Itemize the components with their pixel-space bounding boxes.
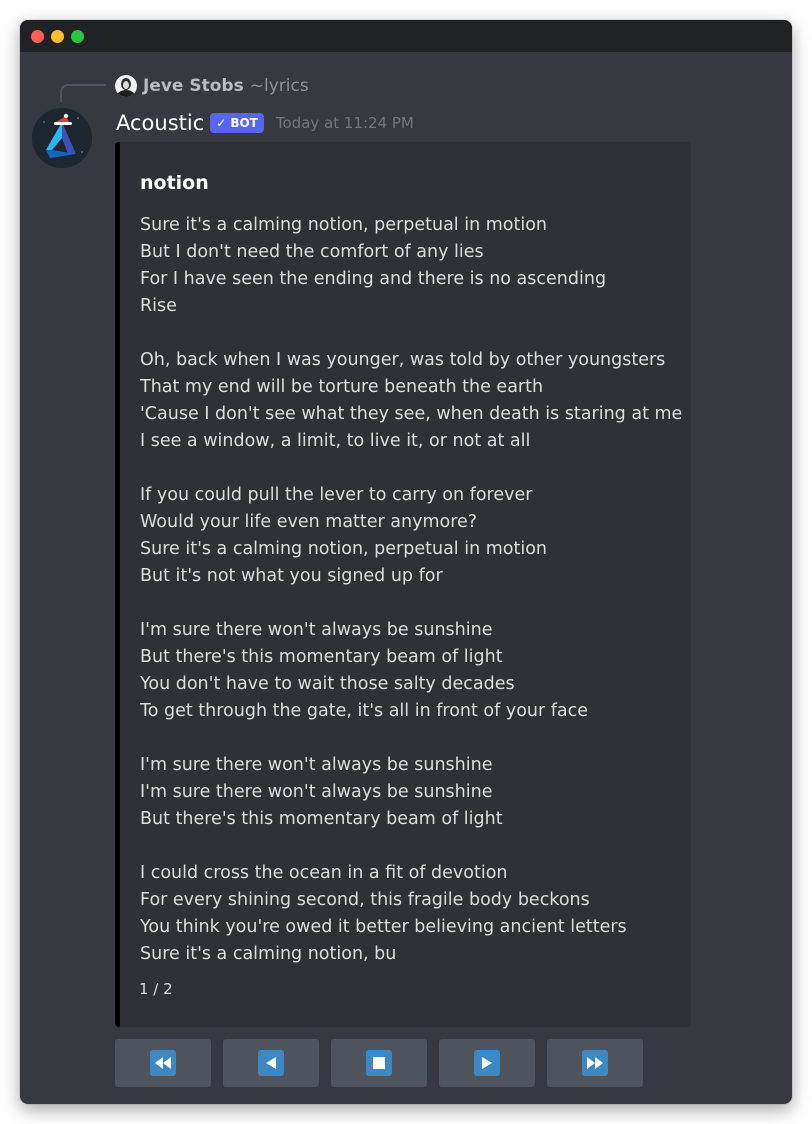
- app-window: Jeve Stobs ~lyrics Acoustic ✓ BOT Today …: [20, 20, 792, 1104]
- fast-reverse-icon: [150, 1050, 176, 1076]
- bot-tag-label: BOT: [230, 116, 258, 130]
- next-page-button[interactable]: [439, 1039, 535, 1087]
- lyrics-embed: notion Sure it's a calming notion, perpe…: [115, 142, 691, 1027]
- stop-button[interactable]: [331, 1039, 427, 1087]
- reply-connector-line: [60, 84, 106, 102]
- reply-command-text: ~lyrics: [249, 76, 309, 96]
- bot-username[interactable]: Acoustic: [116, 111, 204, 135]
- reply-reference[interactable]: Jeve Stobs ~lyrics: [115, 74, 309, 98]
- bot-tag-badge: ✓ BOT: [210, 113, 264, 133]
- last-page-button[interactable]: [547, 1039, 643, 1087]
- user-avatar-icon[interactable]: [115, 75, 137, 97]
- first-page-button[interactable]: [115, 1039, 211, 1087]
- message-header: Acoustic ✓ BOT Today at 11:24 PM: [116, 108, 414, 138]
- embed-lyrics-text: Sure it's a calming notion, perpetual in…: [140, 215, 683, 964]
- maximize-window-button[interactable]: [71, 30, 84, 43]
- acoustic-bot-avatar-icon[interactable]: [32, 108, 92, 168]
- title-bar: [20, 20, 792, 52]
- pagination-controls: [115, 1039, 643, 1087]
- embed-title: notion: [140, 172, 209, 194]
- verified-check-icon: ✓: [216, 116, 227, 130]
- fast-forward-icon: [582, 1050, 608, 1076]
- embed-page-footer: 1 / 2: [139, 980, 173, 998]
- stop-icon: [366, 1050, 392, 1076]
- close-window-button[interactable]: [31, 30, 44, 43]
- minimize-window-button[interactable]: [51, 30, 64, 43]
- message-timestamp: Today at 11:24 PM: [275, 114, 414, 132]
- previous-page-button[interactable]: [223, 1039, 319, 1087]
- reverse-icon: [258, 1050, 284, 1076]
- reply-username[interactable]: Jeve Stobs: [143, 76, 244, 96]
- play-icon: [474, 1050, 500, 1076]
